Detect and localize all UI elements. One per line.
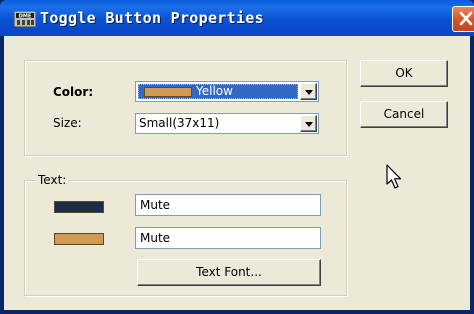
color-select-swatch — [144, 87, 192, 97]
ok-button-label: OK — [395, 66, 413, 80]
on-color-swatch — [54, 233, 104, 245]
appearance-group — [24, 60, 347, 156]
color-select-value: Yellow — [196, 84, 233, 98]
off-text-input[interactable] — [136, 195, 320, 215]
color-dropdown-arrow-icon[interactable] — [300, 83, 317, 100]
dme-app-icon: DME — [14, 11, 36, 27]
dialog-client-area: Color: Yellow Size: Small(37x11) Text: T… — [4, 36, 470, 310]
size-label: Size: — [53, 116, 82, 130]
ok-button[interactable]: OK — [360, 60, 448, 87]
on-text-input[interactable] — [136, 228, 320, 248]
cancel-button-label: Cancel — [383, 107, 425, 121]
window-title: Toggle Button Properties — [40, 9, 264, 27]
text-font-button-label: Text Font... — [196, 265, 262, 279]
cancel-button[interactable]: Cancel — [360, 101, 448, 128]
size-select[interactable]: Small(37x11) — [135, 113, 319, 134]
title-bar[interactable]: DME Toggle Button Properties — [0, 0, 474, 36]
size-select-value: Small(37x11) — [139, 116, 220, 130]
text-font-button[interactable]: Text Font... — [137, 259, 321, 286]
color-select[interactable]: Yellow — [135, 81, 319, 102]
mouse-pointer-icon — [386, 164, 402, 189]
color-label: Color: — [53, 85, 94, 99]
close-button[interactable] — [452, 6, 474, 32]
dialog-window: DME Toggle Button Properties Color: Yell… — [0, 0, 474, 314]
text-group-label: Text: — [36, 173, 69, 187]
svg-text:DME: DME — [19, 13, 32, 19]
off-text-field[interactable] — [135, 194, 321, 216]
size-dropdown-arrow-icon[interactable] — [300, 115, 317, 132]
off-color-swatch — [54, 201, 104, 213]
on-text-field[interactable] — [135, 227, 321, 249]
close-icon — [459, 11, 473, 26]
